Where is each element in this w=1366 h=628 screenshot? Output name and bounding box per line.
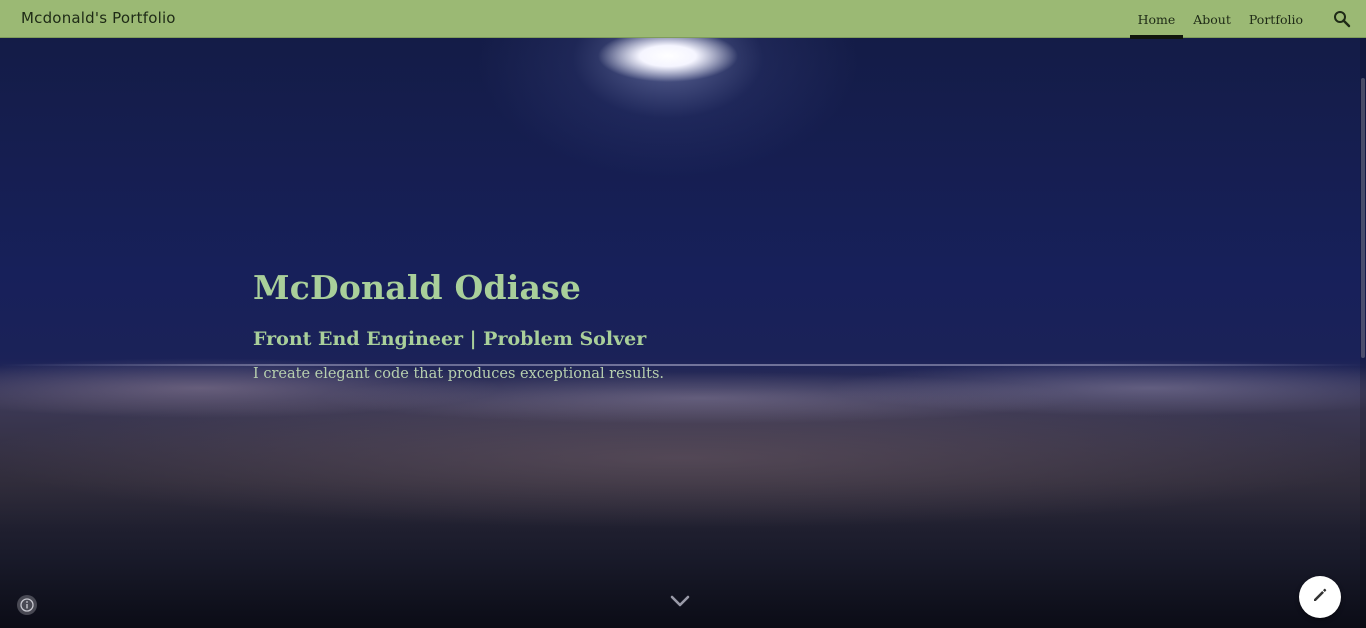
nav-item-about[interactable]: About xyxy=(1184,0,1240,38)
chevron-down-icon[interactable] xyxy=(669,593,691,609)
edit-button[interactable] xyxy=(1299,576,1341,618)
horizon-line xyxy=(0,364,1366,366)
cloud-layer xyxy=(0,358,1366,528)
main-nav: Home About Portfolio xyxy=(1129,0,1312,39)
hero-title: McDonald Odiase xyxy=(253,268,582,307)
scrollbar[interactable] xyxy=(1360,38,1366,628)
search-icon[interactable] xyxy=(1332,9,1352,29)
nav-item-home[interactable]: Home xyxy=(1129,0,1185,39)
site-title[interactable]: Mcdonald's Portfolio xyxy=(21,9,176,27)
hero-subtitle: Front End Engineer | Problem Solver xyxy=(253,328,647,350)
top-nav-bar: Mcdonald's Portfolio Home About Portfoli… xyxy=(0,0,1366,39)
hero-banner: McDonald Odiase Front End Engineer | Pro… xyxy=(0,38,1366,628)
hero-tagline: I create elegant code that produces exce… xyxy=(253,366,664,382)
nav-item-portfolio[interactable]: Portfolio xyxy=(1240,0,1312,38)
info-icon[interactable] xyxy=(17,595,37,615)
pencil-icon xyxy=(1311,586,1329,608)
scrollbar-thumb[interactable] xyxy=(1361,78,1365,358)
